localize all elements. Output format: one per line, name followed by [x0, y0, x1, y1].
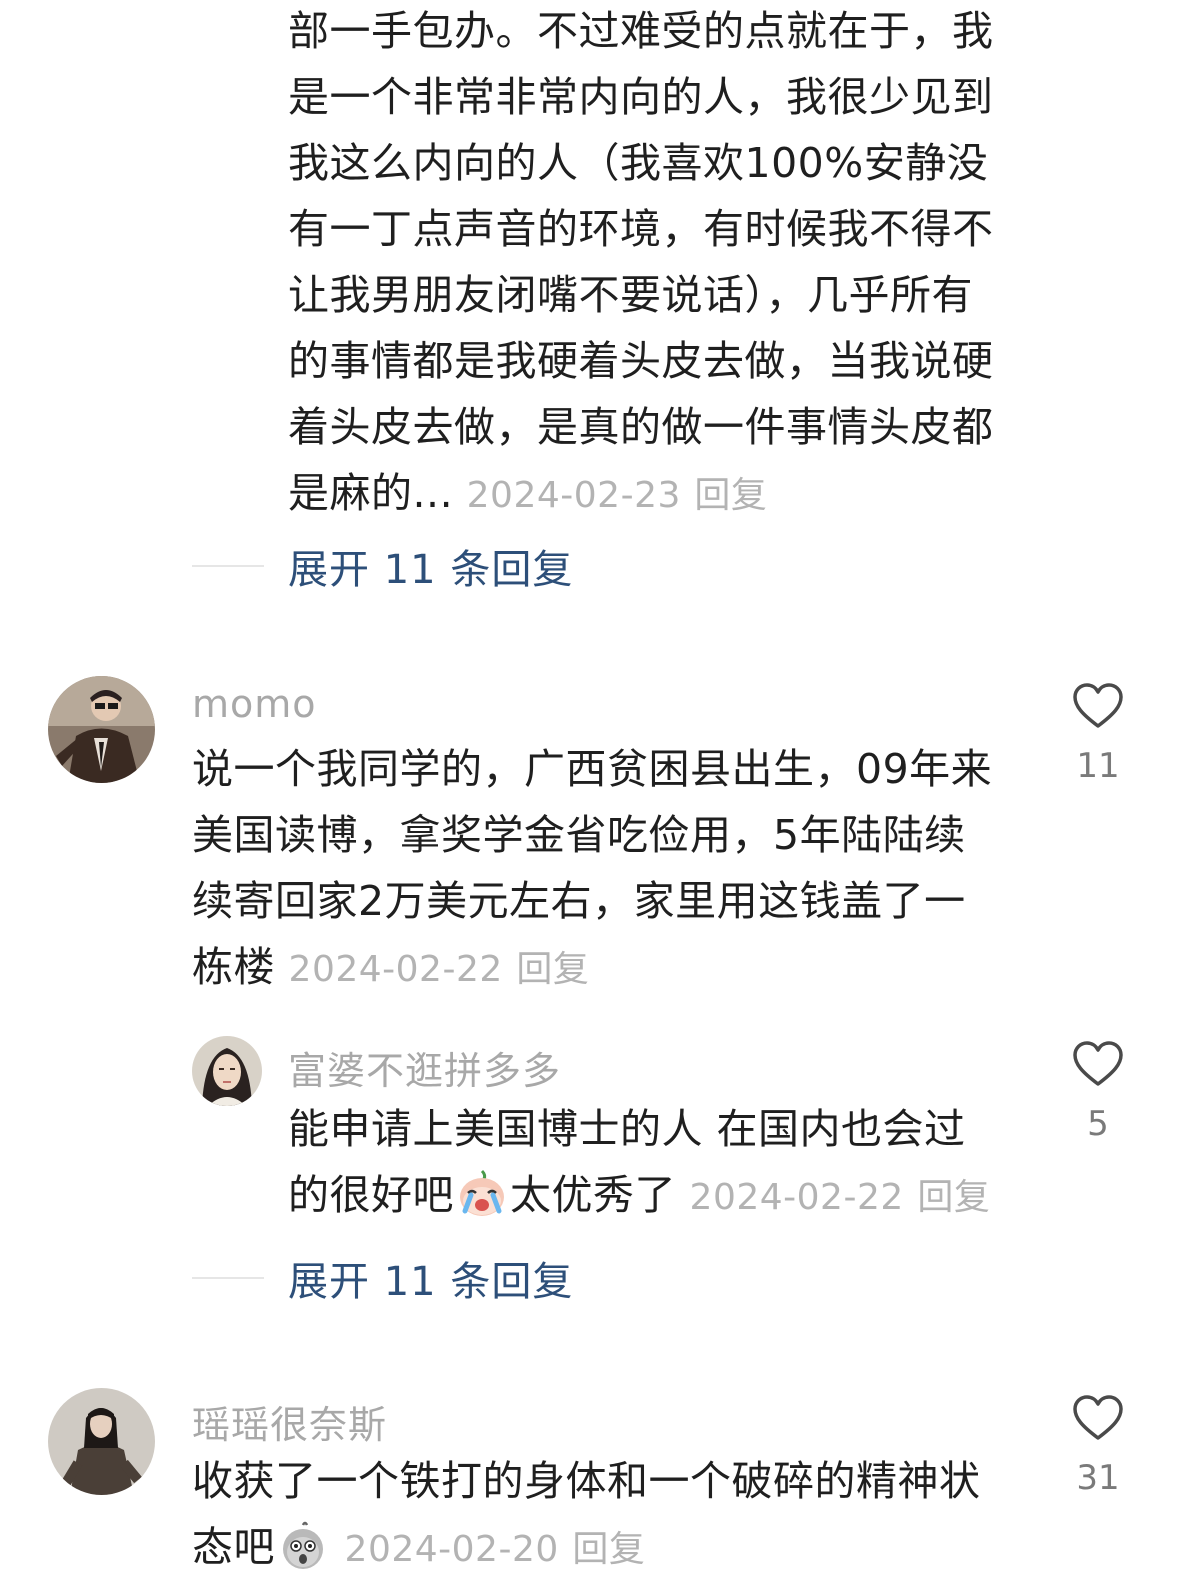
avatar-image — [48, 1388, 155, 1495]
like-count: 11 — [1076, 746, 1120, 786]
comment-line: 部一手包办。不过难受的点就在于，我 — [288, 7, 994, 55]
comment-line: 有一丁点声音的环境，有时候我不得不 — [288, 205, 994, 253]
like-button[interactable]: 31 — [1058, 1394, 1138, 1498]
comment-line: 是麻的... — [288, 469, 454, 517]
reply-date: 2024-02-22 — [689, 1177, 904, 1218]
reply-line: 能申请上美国博士的人 在国内也会过 — [288, 1105, 966, 1153]
reply-line: 太优秀了 — [510, 1171, 676, 1219]
crying-emoji-icon — [460, 1169, 504, 1216]
comment-text: 说一个我同学的，广西贫困县出生，09年来 美国读博，拿奖学金省吃俭用，5年陆陆续… — [192, 736, 1032, 1003]
reply-button[interactable]: 回复 — [694, 475, 767, 516]
comment-line: 美国读博，拿奖学金省吃俭用，5年陆陆续 — [192, 811, 966, 859]
heart-icon[interactable] — [1072, 1394, 1124, 1442]
reply-button[interactable]: 回复 — [917, 1177, 990, 1218]
heart-icon[interactable] — [1072, 682, 1124, 730]
comment-last-line: 是麻的... 2024-02-23 回复 — [288, 460, 1028, 529]
like-count: 5 — [1087, 1104, 1109, 1144]
comment-line: 是一个非常非常内向的人，我很少见到 — [288, 73, 994, 121]
expand-replies[interactable]: 展开 11 条回复 — [192, 536, 573, 596]
avatar[interactable] — [48, 1388, 155, 1495]
shocked-emoji-icon — [283, 1521, 323, 1569]
comment-username[interactable]: momo — [192, 682, 317, 726]
expand-replies[interactable]: 展开 11 条回复 — [192, 1248, 573, 1308]
comment-last-line: 栋楼 2024-02-22 回复 — [192, 934, 1032, 1003]
comment-line: 我这么内向的人（我喜欢100%安静没 — [288, 139, 989, 187]
reply-like-button[interactable]: 5 — [1058, 1040, 1138, 1144]
comment-last-line: 态吧 2024-02-20 回复 — [192, 1514, 1032, 1583]
comment-line: 说一个我同学的，广西贫困县出生，09年来 — [192, 745, 993, 793]
reply-button[interactable]: 回复 — [572, 1529, 645, 1570]
comment-text-continued: 部一手包办。不过难受的点就在于，我 是一个非常非常内向的人，我很少见到 我这么内… — [288, 0, 1028, 529]
heart-icon[interactable] — [1072, 1040, 1124, 1088]
comment-date: 2024-02-20 — [344, 1529, 559, 1570]
expand-divider — [192, 565, 264, 567]
reply-line: 的很好吧 — [288, 1171, 454, 1219]
expand-replies-label[interactable]: 展开 11 条回复 — [288, 1249, 573, 1307]
comment-line: 着头皮去做，是真的做一件事情头皮都 — [288, 403, 994, 451]
expand-divider — [192, 1277, 264, 1279]
like-button[interactable]: 11 — [1058, 682, 1138, 786]
comment-date: 2024-02-23 — [466, 475, 681, 516]
like-count: 31 — [1076, 1458, 1120, 1498]
reply-username[interactable]: 富婆不逛拼多多 — [288, 1040, 561, 1095]
avatar[interactable] — [48, 676, 155, 783]
comment-line: 收获了一个铁打的身体和一个破碎的精神状 — [192, 1457, 981, 1505]
comment-line: 栋楼 — [192, 943, 275, 991]
reply-text: 能申请上美国博士的人 在国内也会过 的很好吧 太优秀了 2024-02-22 回… — [288, 1096, 1028, 1231]
comment-line: 续寄回家2万美元左右，家里用这钱盖了一 — [192, 877, 966, 925]
comment-line: 的事情都是我硬着头皮去做，当我说硬 — [288, 337, 994, 385]
comment-date: 2024-02-22 — [288, 949, 503, 990]
comment-line: 让我男朋友闭嘴不要说话），几乎所有 — [288, 271, 973, 319]
avatar-image — [48, 676, 155, 783]
comment-line: 态吧 — [192, 1523, 275, 1571]
reply-button[interactable]: 回复 — [516, 949, 589, 990]
reply-avatar[interactable] — [192, 1036, 262, 1106]
comment-text: 收获了一个铁打的身体和一个破碎的精神状 态吧 2024-02-20 回复 — [192, 1448, 1032, 1583]
comment-username[interactable]: 瑶瑶很奈斯 — [192, 1394, 387, 1449]
reply-last-line: 的很好吧 太优秀了 2024-02-22 回复 — [288, 1162, 1028, 1231]
expand-replies-label[interactable]: 展开 11 条回复 — [288, 537, 573, 595]
avatar-image — [192, 1036, 262, 1106]
